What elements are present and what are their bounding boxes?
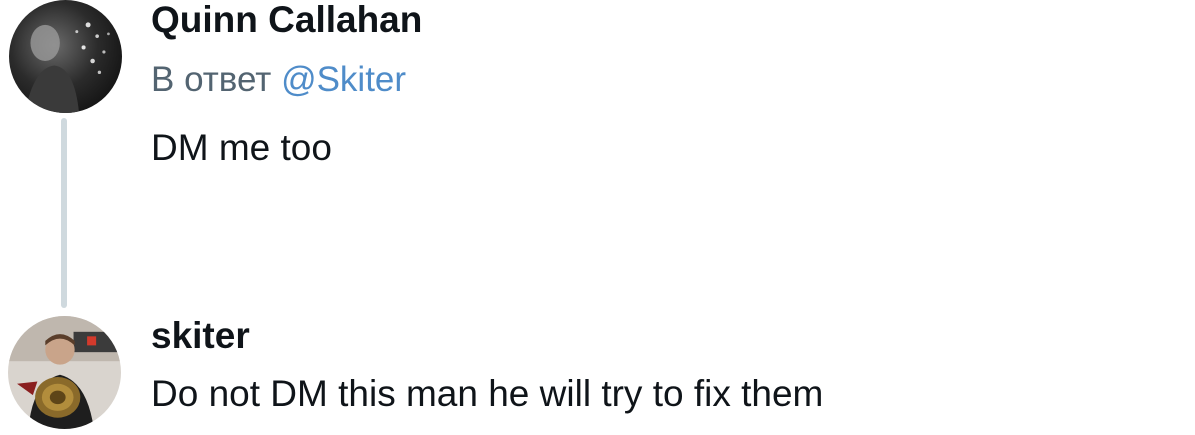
author-name[interactable]: skiter: [151, 316, 250, 356]
tweet-text: Do not DM this man he will try to fix th…: [151, 373, 824, 414]
reply-prefix-label: В ответ: [151, 60, 282, 99]
reply-thread: Quinn Callahan В ответ @Skiter DM me too…: [0, 0, 1195, 435]
mention-link[interactable]: @Skiter: [281, 60, 406, 99]
avatar-quinn-callahan[interactable]: [9, 0, 122, 113]
reply-context: В ответ @Skiter: [151, 60, 406, 100]
thread-connector-line: [61, 118, 67, 308]
avatar-skiter[interactable]: [8, 316, 121, 429]
author-name[interactable]: Quinn Callahan: [151, 0, 422, 40]
tweet-text: DM me too: [151, 127, 332, 168]
